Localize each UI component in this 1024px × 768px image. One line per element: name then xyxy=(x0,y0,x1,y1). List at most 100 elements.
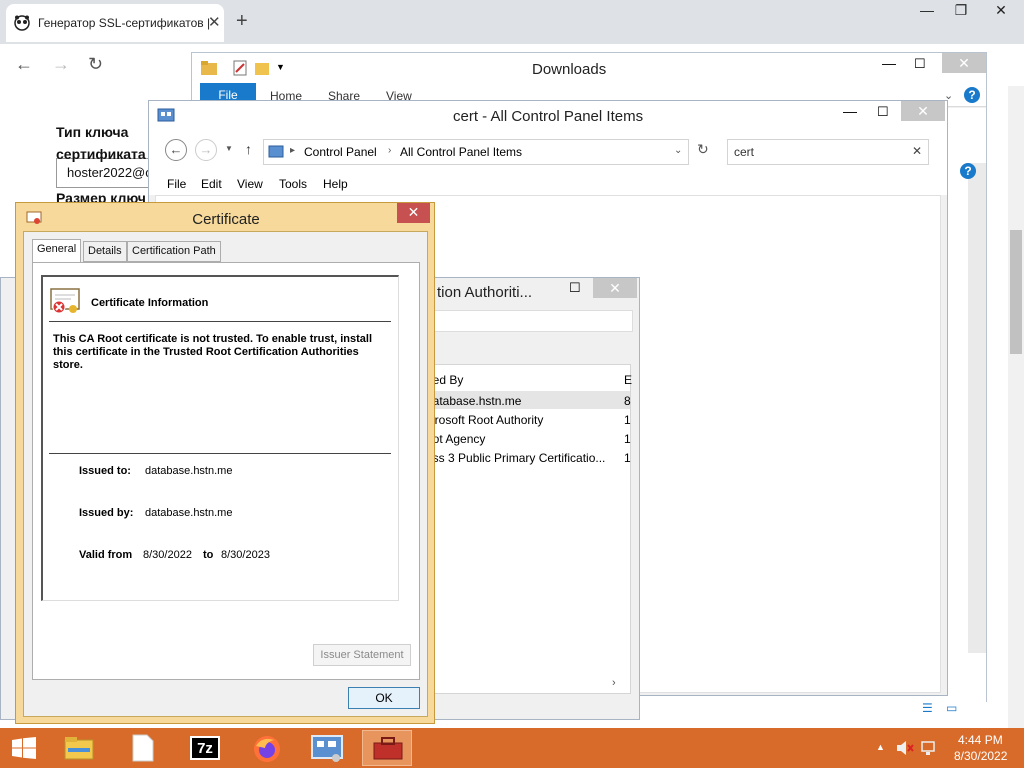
table-row[interactable]: database.hstn.me 8 xyxy=(412,391,631,409)
browser-restore-button[interactable]: ❐ xyxy=(944,0,978,22)
table-row[interactable]: ass 3 Public Primary Certificatio... 1 xyxy=(412,448,631,466)
issuer-statement-button[interactable]: Issuer Statement xyxy=(313,644,411,666)
back-button[interactable]: ← xyxy=(15,54,33,75)
menu-help[interactable]: Help xyxy=(323,177,348,191)
clock-time[interactable]: 4:44 PM xyxy=(958,733,1003,747)
row-issued-by: icrosoft Root Authority xyxy=(426,413,544,427)
firefox-icon xyxy=(254,736,280,762)
cp-close-button[interactable]: ✕ xyxy=(901,101,945,121)
reload-button[interactable]: ↻ xyxy=(88,54,103,75)
cp-up-button[interactable]: ↑ xyxy=(245,141,252,157)
downloads-minimize-button[interactable]: — xyxy=(882,55,896,71)
tab-general[interactable]: General xyxy=(32,239,82,262)
large-icons-view-icon[interactable]: ▭ xyxy=(946,701,957,715)
downloads-close-button[interactable]: ✕ xyxy=(942,53,986,73)
certificate-list[interactable]: ued By E database.hstn.me 8 icrosoft Roo… xyxy=(411,364,632,694)
taskbar-blank-document[interactable] xyxy=(118,730,168,766)
cp-maximize-button[interactable]: ☐ xyxy=(877,104,889,120)
cp-minimize-button[interactable]: — xyxy=(843,103,857,119)
cp-address-bar-row: ← → ▼ ↑ ▸ Control Panel › All Control Pa… xyxy=(149,131,947,173)
table-row[interactable]: icrosoft Root Authority 1 xyxy=(412,410,631,428)
cp-forward-button[interactable]: → xyxy=(195,139,217,161)
tab-close-icon[interactable]: ✕ xyxy=(208,13,221,31)
column-expiration[interactable]: E xyxy=(624,373,632,387)
tab-details[interactable]: Details xyxy=(83,241,127,262)
heading-divider xyxy=(49,321,391,322)
document-icon xyxy=(132,734,154,762)
folder-icon xyxy=(201,61,217,75)
taskbar-firefox[interactable] xyxy=(242,730,292,766)
cp-refresh-button[interactable]: ↻ xyxy=(697,141,709,158)
taskbar-7zip[interactable]: 7z xyxy=(180,730,230,766)
properties-icon[interactable] xyxy=(232,60,248,76)
crumb-all-items[interactable]: All Control Panel Items xyxy=(400,145,522,159)
cp-menu-bar: File Edit View Tools Help xyxy=(149,173,947,195)
forward-button[interactable]: → xyxy=(52,54,70,75)
menu-file[interactable]: File xyxy=(167,177,186,191)
menu-edit[interactable]: Edit xyxy=(201,177,222,191)
tray-overflow-icon[interactable]: ▲ xyxy=(876,742,885,752)
cm-close-button[interactable]: ✕ xyxy=(593,278,637,298)
cm-toolbar xyxy=(411,310,633,332)
windows-start-icon[interactable] xyxy=(12,737,36,759)
search-clear-icon[interactable]: ✕ xyxy=(912,144,922,158)
cert-manager-title: tion Authoriti... xyxy=(437,284,533,301)
tab-certification-path[interactable]: Certification Path xyxy=(127,241,221,262)
details-divider xyxy=(49,453,391,454)
taskbar-file-explorer[interactable] xyxy=(54,730,104,766)
ok-button[interactable]: OK xyxy=(348,687,420,709)
scroll-right-icon[interactable]: › xyxy=(612,677,616,689)
downloads-scrollbar[interactable] xyxy=(968,163,986,653)
certificate-dialog-title: Certificate xyxy=(192,211,260,228)
trust-warning-text: This CA Root certificate is not trusted.… xyxy=(53,333,373,371)
page-scrollbar[interactable] xyxy=(1008,86,1024,728)
control-panel-taskbar-icon xyxy=(311,735,343,762)
cm-maximize-button[interactable]: ☐ xyxy=(569,280,581,296)
crumb-control-panel[interactable]: Control Panel xyxy=(304,145,377,159)
address-cp-icon xyxy=(268,145,284,158)
cp-back-button[interactable]: ← xyxy=(165,139,187,161)
taskbar-control-panel[interactable] xyxy=(302,730,352,766)
row-issued-by: database.hstn.me xyxy=(426,394,522,408)
volume-muted-icon[interactable] xyxy=(896,740,914,756)
browser-tab[interactable]: Генератор SSL-сертификатов | ✕ xyxy=(6,4,224,42)
untrusted-certificate-icon xyxy=(50,288,80,314)
new-folder-icon[interactable] xyxy=(254,60,270,76)
help-icon[interactable]: ? xyxy=(964,87,980,103)
cp-recent-dropdown-icon[interactable]: ▼ xyxy=(225,144,233,153)
clock-date[interactable]: 8/30/2022 xyxy=(954,749,1007,763)
toolbox-icon xyxy=(373,737,403,760)
address-dropdown-icon[interactable]: ⌄ xyxy=(674,145,682,156)
quick-access-dropdown-icon[interactable]: ▼ xyxy=(276,62,285,72)
table-row[interactable]: oot Agency 1 xyxy=(412,429,631,447)
network-icon[interactable] xyxy=(920,740,938,756)
menu-tools[interactable]: Tools xyxy=(279,177,307,191)
menu-view[interactable]: View xyxy=(237,177,263,191)
new-tab-button[interactable]: + xyxy=(236,10,248,33)
taskbar-certificate-manager[interactable] xyxy=(362,730,412,766)
cp-address-field[interactable]: ▸ Control Panel › All Control Panel Item… xyxy=(263,139,689,165)
cp-help-icon[interactable]: ? xyxy=(960,163,976,179)
taskbar: 7z ▲ 4:44 PM 8/30/2022 xyxy=(0,728,1024,768)
panda-favicon-icon xyxy=(14,15,30,31)
details-view-icon[interactable]: ☰ xyxy=(922,701,933,715)
browser-minimize-button[interactable]: — xyxy=(910,0,944,22)
downloads-maximize-button[interactable]: ☐ xyxy=(914,56,926,72)
cp-search-input[interactable]: cert xyxy=(734,145,754,159)
key-type-line2: сертификата xyxy=(56,146,146,162)
row-col2: 1 xyxy=(624,451,631,465)
certificate-dialog: Certificate ✕ General Details Certificat… xyxy=(15,202,435,724)
crumb-separator: › xyxy=(388,145,392,156)
browser-close-button[interactable]: ✕ xyxy=(984,0,1018,22)
certificate-info-heading: Certificate Information xyxy=(91,297,209,309)
certificate-info-box: Certificate Information This CA Root cer… xyxy=(41,275,399,601)
file-explorer-icon xyxy=(64,737,94,760)
sevenzip-icon: 7z xyxy=(190,736,220,760)
downloads-title: Downloads xyxy=(532,61,607,78)
valid-from-label: Valid from xyxy=(79,549,133,561)
control-panel-icon xyxy=(157,108,175,122)
certificate-close-button[interactable]: ✕ xyxy=(397,203,430,223)
page-scrollbar-thumb[interactable] xyxy=(1010,230,1022,354)
cp-search-box[interactable]: cert ✕ xyxy=(727,139,929,165)
issued-by-value: database.hstn.me xyxy=(145,507,233,519)
